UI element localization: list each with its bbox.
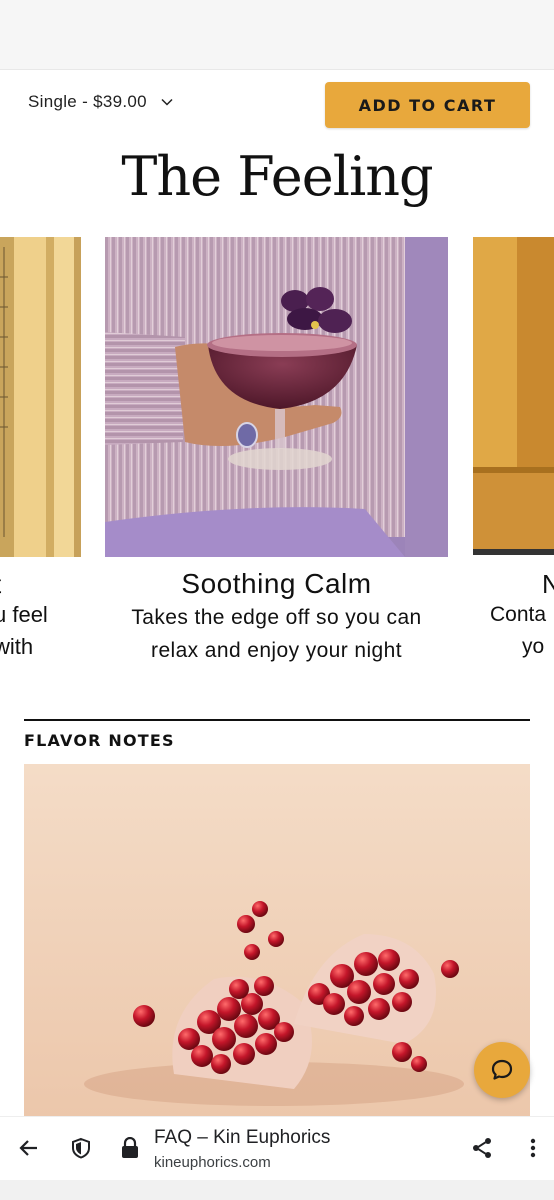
slide-heading-left: t [0, 569, 74, 599]
feeling-carousel[interactable]: t u feel with Soothing Calm Takes the ed… [0, 237, 554, 707]
section-title: The Feeling [121, 145, 433, 208]
slide-description: Takes the edge off so you can relax and … [131, 606, 422, 662]
browser-bottom-bar: FAQ – Kin Euphorics kineuphorics.com [0, 1116, 554, 1180]
slide-desc-left-line2: with [0, 634, 34, 659]
more-vert-icon[interactable] [520, 1135, 546, 1161]
chat-bubble-icon [491, 1059, 513, 1080]
slide-image-soothing-calm[interactable] [105, 237, 448, 557]
section-divider [24, 719, 530, 721]
slide-text-soothing-calm: Soothing Calm Takes the edge off so you … [105, 567, 448, 667]
sticky-buy-bar: Single - $39.00 ADD TO CART [0, 70, 554, 140]
slide-image-right[interactable] [473, 237, 554, 555]
variant-select[interactable]: Single - $39.00 [28, 92, 173, 112]
slide-desc-right-line1: Conta [490, 603, 547, 626]
share-icon[interactable] [469, 1135, 495, 1161]
chevron-down-icon [161, 98, 173, 106]
slide-image-left[interactable] [0, 237, 81, 557]
page-url[interactable]: kineuphorics.com [154, 1154, 271, 1171]
page-title[interactable]: FAQ – Kin Euphorics [154, 1127, 330, 1149]
shield-icon[interactable] [68, 1135, 94, 1161]
slide-heading-right: N [542, 569, 554, 599]
variant-label: Single - $39.00 [28, 92, 147, 111]
flavor-notes-heading: FLAVOR NOTES [24, 731, 175, 750]
slide-text-left: t u feel with [0, 569, 74, 663]
lock-icon[interactable] [117, 1135, 143, 1161]
chat-button[interactable] [474, 1042, 530, 1098]
slide-desc-left-line1: u feel [0, 602, 48, 627]
status-strip [0, 0, 554, 70]
system-nav-strip [0, 1180, 554, 1200]
slide-desc-right-line2: yo [522, 635, 545, 658]
slide-heading: Soothing Calm [181, 568, 372, 599]
add-to-cart-button[interactable]: ADD TO CART [325, 82, 530, 128]
slide-text-right: N Conta yo [490, 569, 554, 663]
flavor-notes-image [24, 764, 530, 1116]
back-arrow-icon[interactable] [16, 1135, 42, 1161]
